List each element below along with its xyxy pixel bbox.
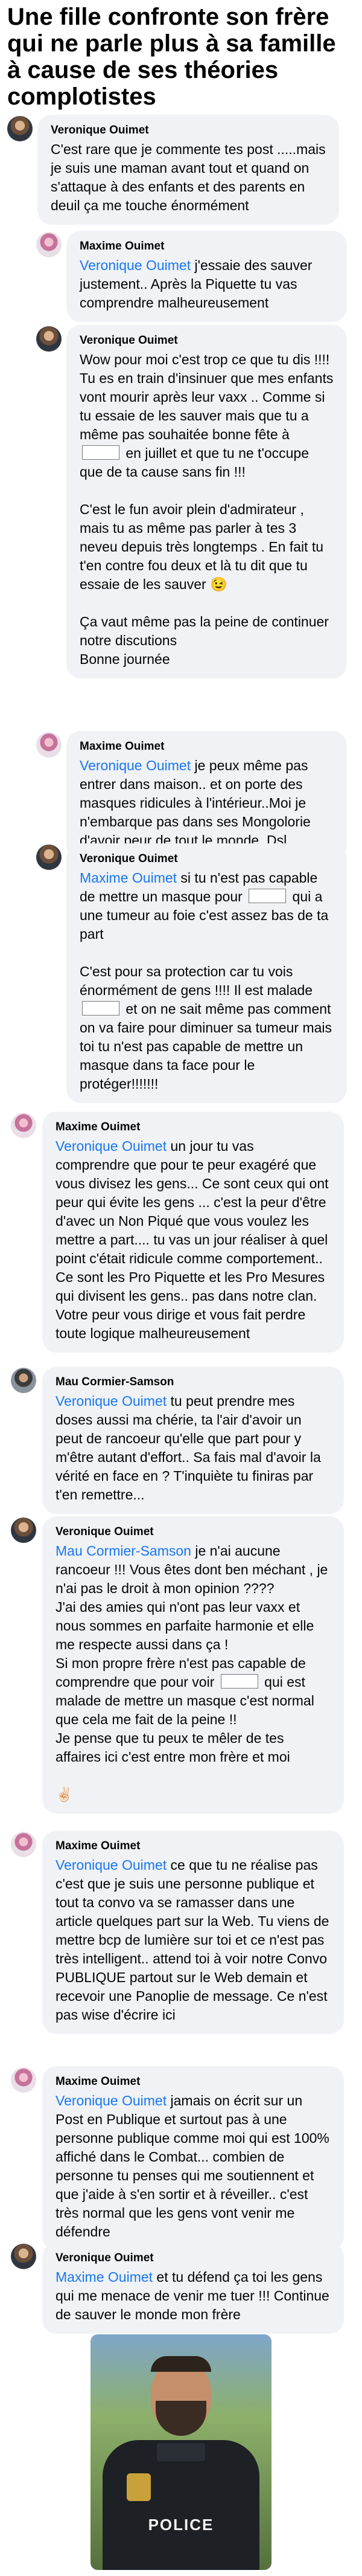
comment-author[interactable]: Mau Cormier-Samson — [56, 1375, 331, 1389]
mention-link[interactable]: Veronique Ouimet — [56, 1138, 167, 1154]
comment-paragraph: Veronique Ouimet j'essaie des sauver jus… — [80, 256, 334, 312]
comment-text-run: C'est le fun avoir plein d'admirateur , … — [80, 501, 328, 592]
comment-bubble: Mau Cormier-Samson Veronique Ouimet tu p… — [42, 1367, 344, 1514]
redacted-name-box — [249, 889, 287, 903]
hair — [151, 2356, 211, 2372]
comment-paragraph: ✌🏻 — [56, 1785, 331, 1804]
avatar[interactable] — [11, 1368, 36, 1393]
comment-text-run: tu peut prendre mes doses aussi ma chéri… — [56, 1393, 325, 1502]
comment-author[interactable]: Veronique Ouimet — [80, 333, 334, 348]
avatar[interactable] — [36, 232, 62, 257]
comment-paragraph: Wow pour moi c'est trop ce que tu dis !!… — [80, 350, 334, 481]
comment-paragraph: Ça vaut même pas la peine de continuer n… — [80, 613, 334, 669]
attached-photo[interactable]: POLICE — [91, 2334, 272, 2570]
comment-text-run: C'est pour sa protection car tu vois éno… — [80, 964, 317, 998]
comment-text: Mau Cormier-Samson je n'ai aucune rancoe… — [56, 1542, 331, 1804]
comment-text: Maxime Ouimet et tu défend ça toi les ge… — [56, 2268, 331, 2324]
comment-paragraph: Veronique Ouimet tu peut prendre mes dos… — [56, 1392, 331, 1504]
avatar[interactable] — [36, 732, 62, 758]
redacted-name-box — [82, 1001, 119, 1016]
comment-text: Veronique Ouimet j'essaie des sauver jus… — [80, 256, 334, 312]
emoji-icon: ✌🏻 — [56, 1786, 73, 1802]
avatar[interactable] — [7, 116, 33, 141]
mention-link[interactable]: Veronique Ouimet — [56, 1857, 167, 1873]
comment-bubble: Maxime Ouimet Veronique Ouimet j'essaie … — [66, 231, 347, 322]
comment-text: Veronique Ouimet tu peut prendre mes dos… — [56, 1392, 331, 1504]
badge-icon — [127, 2473, 151, 2501]
mention-link[interactable]: Maxime Ouimet — [80, 870, 177, 886]
comment-author[interactable]: Maxime Ouimet — [80, 739, 334, 754]
comment-bubble: Veronique Ouimet Maxime Ouimet et tu déf… — [42, 2243, 344, 2334]
comment-bubble: Veronique Ouimet C'est rare que je comme… — [37, 115, 339, 225]
comment-text-run: C'est rare que je commente tes post ....… — [51, 141, 330, 213]
comment-text: Veronique Ouimet ce que tu ne réalise pa… — [56, 1856, 331, 2024]
comment-author[interactable]: Maxime Ouimet — [80, 239, 334, 254]
comment-text: Wow pour moi c'est trop ce que tu dis !!… — [80, 350, 334, 669]
comment-paragraph: Veronique Ouimet je peux même pas entrer… — [80, 756, 334, 850]
comment-text-run: Ça vaut même pas la peine de continuer n… — [80, 614, 329, 667]
avatar[interactable] — [11, 1832, 36, 1857]
comment-author[interactable]: Maxime Ouimet — [56, 1120, 331, 1135]
headline: Une fille confronte son frère qui ne par… — [7, 4, 336, 110]
beard — [156, 2401, 206, 2436]
comment-author[interactable]: Veronique Ouimet — [80, 852, 334, 866]
comment-text-run: un jour tu vas comprendre que pour te pe… — [56, 1138, 332, 1341]
mention-link[interactable]: Veronique Ouimet — [56, 2093, 167, 2108]
avatar[interactable] — [11, 2244, 36, 2269]
comment-paragraph: C'est pour sa protection car tu vois éno… — [80, 962, 334, 1093]
avatar[interactable] — [36, 326, 62, 352]
emoji-icon: 😉 — [210, 576, 227, 592]
comment-bubble: Veronique Ouimet Mau Cormier-Samson je n… — [42, 1516, 344, 1814]
comment-text-run: je n'ai aucune rancoeur !!! Vous êtes do… — [56, 1543, 328, 1690]
comment-bubble: Maxime Ouimet Veronique Ouimet je peux m… — [66, 731, 347, 860]
collar — [157, 2443, 205, 2461]
comment-text: Veronique Ouimet un jour tu vas comprend… — [56, 1137, 331, 1343]
comment-paragraph: Veronique Ouimet ce que tu ne réalise pa… — [56, 1856, 331, 2024]
mention-link[interactable]: Veronique Ouimet — [56, 1393, 167, 1409]
comment-paragraph: Veronique Ouimet jamais on écrit sur un … — [56, 2091, 331, 2241]
redacted-name-box — [220, 1674, 258, 1689]
comment-text: Veronique Ouimet je peux même pas entrer… — [80, 756, 334, 850]
avatar[interactable] — [11, 2067, 36, 2093]
mention-link[interactable]: Veronique Ouimet — [80, 257, 191, 273]
comment-author[interactable]: Maxime Ouimet — [56, 2075, 331, 2089]
mention-link[interactable]: Mau Cormier-Samson — [56, 1543, 191, 1559]
avatar[interactable] — [11, 1518, 36, 1543]
mention-link[interactable]: Veronique Ouimet — [80, 758, 191, 773]
comment-text: Maxime Ouimet si tu n'est pas capable de… — [80, 869, 334, 1093]
comment-paragraph: C'est le fun avoir plein d'admirateur , … — [80, 500, 334, 594]
redacted-name-box — [82, 445, 119, 460]
comment-paragraph: Veronique Ouimet un jour tu vas comprend… — [56, 1137, 331, 1343]
comment-bubble: Veronique Ouimet Maxime Ouimet si tu n'e… — [66, 843, 347, 1103]
comment-author[interactable]: Veronique Ouimet — [51, 123, 326, 138]
comment-text-run: ce que tu ne réalise pas c'est que je su… — [56, 1857, 333, 2023]
comment-bubble: Maxime Ouimet Veronique Ouimet jamais on… — [42, 2066, 344, 2251]
comment-bubble: Maxime Ouimet Veronique Ouimet un jour t… — [42, 1112, 344, 1353]
comment-paragraph: C'est rare que je commente tes post ....… — [51, 140, 326, 215]
avatar[interactable] — [36, 845, 62, 870]
comment-author[interactable]: Maxime Ouimet — [56, 1839, 331, 1853]
comment-text: Veronique Ouimet jamais on écrit sur un … — [56, 2091, 331, 2241]
comment-author[interactable]: Veronique Ouimet — [56, 1525, 331, 1539]
police-label: POLICE — [148, 2516, 214, 2534]
comment-paragraph: Maxime Ouimet et tu défend ça toi les ge… — [56, 2268, 331, 2324]
comment-text-run: jamais on écrit sur un Post en Publique … — [56, 2093, 334, 2240]
comment-bubble: Maxime Ouimet Veronique Ouimet ce que tu… — [42, 1831, 344, 2034]
comment-text-run: Wow pour moi c'est trop ce que tu dis !!… — [80, 352, 337, 442]
comment-paragraph: Maxime Ouimet si tu n'est pas capable de… — [80, 869, 334, 944]
comment-author[interactable]: Veronique Ouimet — [56, 2251, 331, 2265]
comment-paragraph: Mau Cormier-Samson je n'ai aucune rancoe… — [56, 1542, 331, 1766]
comment-text: C'est rare que je commente tes post ....… — [51, 140, 326, 215]
mention-link[interactable]: Maxime Ouimet — [56, 2269, 153, 2285]
comment-bubble: Veronique Ouimet Wow pour moi c'est trop… — [66, 325, 347, 678]
avatar[interactable] — [11, 1113, 36, 1138]
